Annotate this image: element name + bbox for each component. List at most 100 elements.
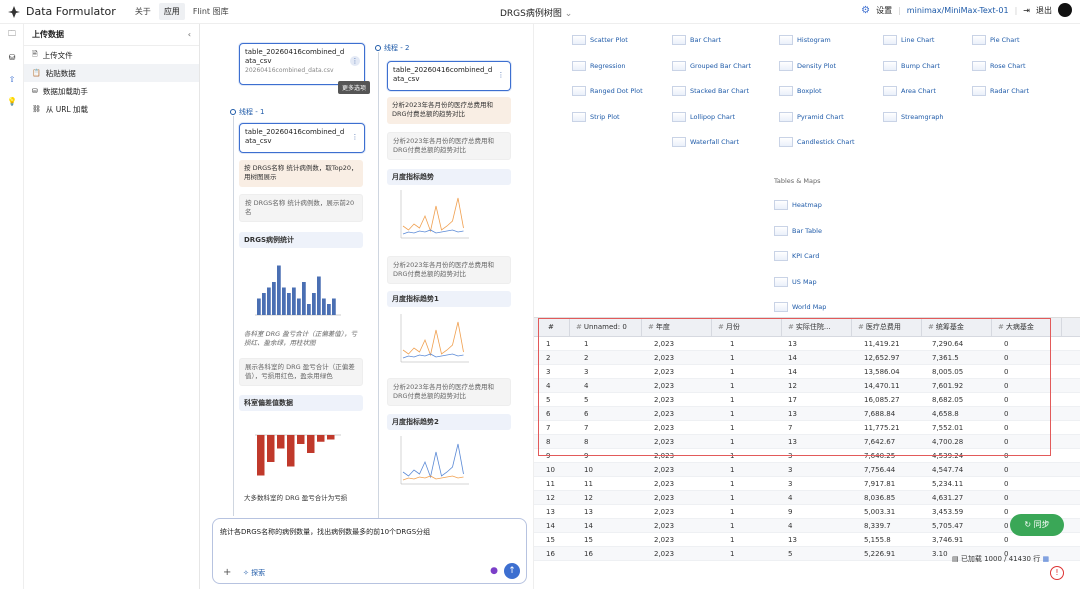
chart-type-option[interactable]: Streamgraph: [883, 111, 944, 122]
table-cell[interactable]: 2,023: [654, 505, 674, 519]
chart-title[interactable]: 科室偏差值数据: [239, 395, 363, 411]
table-cell[interactable]: 1: [730, 477, 734, 491]
table-cell[interactable]: 2,023: [654, 463, 674, 477]
dept-bar-thumbnail[interactable]: [241, 415, 341, 490]
table-row[interactable]: 13 13 2,023 1 9 5,003.31 3,453.59 0: [534, 505, 1080, 519]
sidebar-item[interactable]: ⛓ 从 URL 加载: [24, 100, 199, 118]
table-cell[interactable]: 13: [584, 505, 593, 519]
chart-title[interactable]: DRGS病例统计: [239, 232, 363, 248]
chart-type-option[interactable]: Pie Chart: [972, 35, 1020, 45]
table-cell[interactable]: 3,453.59: [932, 505, 963, 519]
table-cell[interactable]: 15: [584, 533, 593, 547]
table-cell[interactable]: 1: [730, 491, 734, 505]
table-cell[interactable]: 5: [788, 547, 792, 561]
table-cell[interactable]: 8,339.7: [864, 519, 891, 533]
table-cell[interactable]: 2,023: [654, 547, 674, 561]
chart-type-option[interactable]: Bump Chart: [883, 60, 940, 71]
table-cell[interactable]: 12: [584, 491, 593, 505]
prompt-input[interactable]: 统计各DRGS名称的病例数量，找出病例数最多的前10个DRGS分组: [220, 527, 430, 537]
sidebar-item[interactable]: 🗎 上传文件: [24, 46, 199, 64]
thread1-table-card[interactable]: table_20260416combined_data_csv ⋮: [239, 123, 365, 153]
table-cell[interactable]: 4: [788, 491, 792, 505]
sync-button[interactable]: ↻ 同步: [1010, 514, 1064, 536]
prompt-box[interactable]: 统计各DRGS名称的病例数量，找出病例数最多的前10个DRGS分组 + ✧ 探索…: [212, 518, 527, 584]
collapse-icon[interactable]: ‹: [188, 30, 191, 39]
table-cell[interactable]: 9: [788, 505, 792, 519]
table-cell[interactable]: 12: [546, 491, 555, 505]
idea-icon[interactable]: ●: [490, 566, 498, 576]
sidebar-item[interactable]: 📋 粘贴数据: [24, 64, 199, 82]
chart-type-option[interactable]: Radar Chart: [972, 86, 1029, 96]
table-cell[interactable]: 5,705.47: [932, 519, 963, 533]
thread-1-label[interactable]: 线程 - 1: [230, 107, 264, 117]
table-cell[interactable]: 4,547.74: [932, 463, 963, 477]
table-cell[interactable]: 11: [546, 477, 555, 491]
table-cell[interactable]: 5,234.11: [932, 477, 963, 491]
table-row[interactable]: 14 14 2,023 1 4 8,339.7 5,705.47 0: [534, 519, 1080, 533]
table-row[interactable]: 10 10 2,023 1 3 7,756.44 4,547.74 0: [534, 463, 1080, 477]
table-cell[interactable]: 7,756.44: [864, 463, 895, 477]
table-cell[interactable]: 0: [1004, 533, 1008, 547]
tables-maps-option[interactable]: US Map: [774, 276, 817, 287]
gear-icon[interactable]: ⚙: [861, 5, 870, 16]
chart-type-option[interactable]: Density Plot: [779, 60, 836, 71]
add-icon[interactable]: +: [223, 567, 231, 578]
chart-type-option[interactable]: Boxplot: [779, 86, 822, 96]
more-options-icon[interactable]: ⋮: [350, 132, 360, 142]
table-cell[interactable]: 0: [1004, 491, 1008, 505]
chart-title[interactable]: 月度指标趋势1: [387, 291, 511, 307]
table-cell[interactable]: 2,023: [654, 519, 674, 533]
chart-title[interactable]: 月度指标趋势2: [387, 414, 511, 430]
table-cell[interactable]: 0: [1004, 505, 1008, 519]
sidebar-item[interactable]: ⛁ 数据加载助手: [24, 82, 199, 100]
table-cell[interactable]: 3: [788, 463, 792, 477]
table-cell[interactable]: 16: [584, 547, 593, 561]
agent-message[interactable]: 大多数科室的 DRG 盈亏合计为亏损: [239, 490, 363, 508]
user-message[interactable]: 按 DRGS名称 统计病例数，取Top20，用树图展示: [239, 160, 363, 187]
nav-item[interactable]: Flint 图库: [188, 3, 234, 20]
trend-thumbnail-1[interactable]: [391, 186, 471, 248]
settings-button[interactable]: 设置: [876, 5, 892, 16]
chart-type-option[interactable]: Grouped Bar Chart: [672, 60, 751, 71]
more-options-icon[interactable]: ⋮: [496, 70, 506, 80]
table-cell[interactable]: 14: [546, 519, 555, 533]
chart-type-option[interactable]: Bar Chart: [672, 35, 721, 45]
table-cell[interactable]: 15: [546, 533, 555, 547]
table-cell[interactable]: 5,003.31: [864, 505, 895, 519]
logout-icon[interactable]: ⇥: [1023, 6, 1030, 15]
table-cell[interactable]: 1: [730, 547, 734, 561]
chart-type-option[interactable]: Ranged Dot Plot: [572, 86, 643, 96]
chart-type-option[interactable]: Histogram: [779, 35, 831, 45]
send-button[interactable]: ↑: [504, 563, 520, 579]
more-options-icon[interactable]: ⋮: [350, 56, 360, 66]
tables-maps-option[interactable]: Heatmap: [774, 200, 822, 210]
table-cell[interactable]: 10: [546, 463, 555, 477]
chart-title[interactable]: 月度指标趋势: [387, 169, 511, 185]
chart-type-option[interactable]: Stacked Bar Chart: [672, 86, 749, 96]
agent-message[interactable]: 分析2023年各月份的医疗总费用和DRG付费总额的趋势对比: [387, 132, 511, 160]
chart-type-option[interactable]: Rose Chart: [972, 60, 1026, 71]
table-cell[interactable]: 16: [546, 547, 555, 561]
note-message[interactable]: 各科室 DRG 盈亏合计（正偏差值），亏损红、盈余绿，用柱状图: [239, 326, 363, 354]
chart-type-option[interactable]: Strip Plot: [572, 111, 620, 122]
table-cell[interactable]: 10: [584, 463, 593, 477]
model-selector[interactable]: minimax/MiniMax-Text-01: [907, 6, 1009, 15]
table-cell[interactable]: 11: [584, 477, 593, 491]
chart-type-option[interactable]: Candlestick Chart: [779, 137, 855, 147]
chart-type-option[interactable]: Regression: [572, 60, 626, 71]
agent-message[interactable]: 按 DRGS名称 统计病例数，展示前20名: [239, 194, 363, 222]
lightbulb-icon[interactable]: 💡: [0, 90, 24, 112]
alert-icon[interactable]: !: [1050, 566, 1064, 580]
table-cell[interactable]: 8,036.85: [864, 491, 895, 505]
table-cell[interactable]: 14: [584, 519, 593, 533]
thread2-table-card[interactable]: table_20260416combined_data_csv ⋮: [387, 61, 511, 91]
chart-type-option[interactable]: Pyramid Chart: [779, 111, 844, 122]
explore-button[interactable]: ✧ 探索: [243, 568, 265, 578]
table-row[interactable]: 11 11 2,023 1 3 7,917.81 5,234.11 0: [534, 477, 1080, 491]
table-cell[interactable]: 5,155.8: [864, 533, 891, 547]
session-title[interactable]: DRGS病例树图 ⌄: [500, 6, 572, 19]
chart-type-option[interactable]: Line Chart: [883, 35, 934, 45]
table-cell[interactable]: 1: [730, 463, 734, 477]
table-cell[interactable]: 1: [730, 519, 734, 533]
table-cell[interactable]: 3,746.91: [932, 533, 963, 547]
